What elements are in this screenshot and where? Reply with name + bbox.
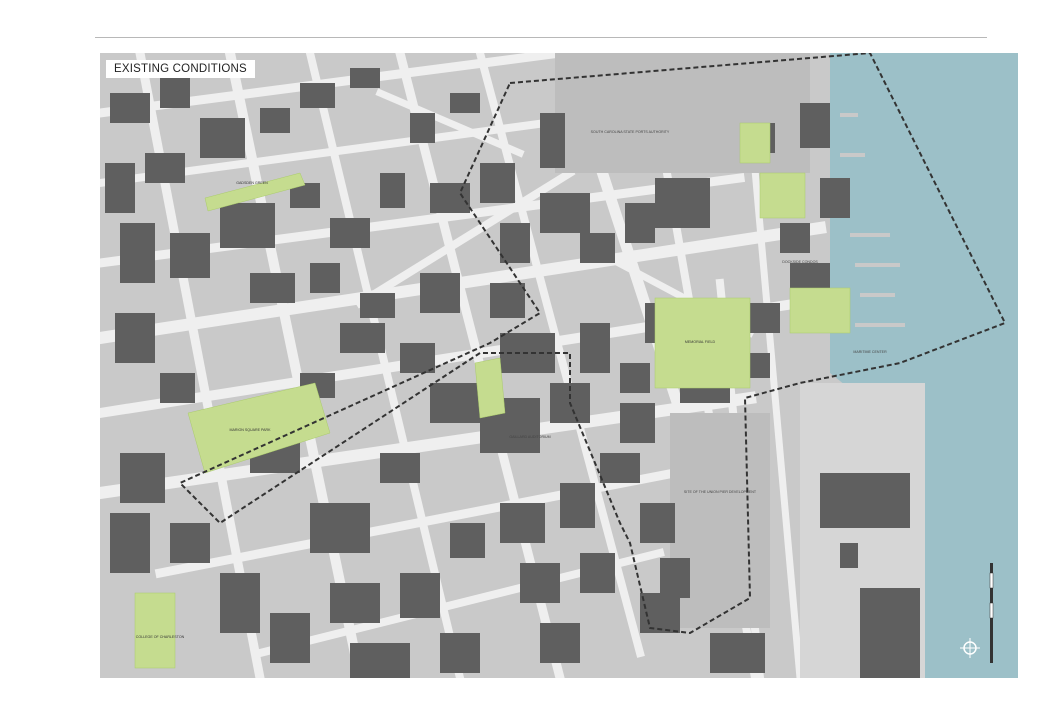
waterfront-park: [759, 172, 806, 219]
label-union-pier: SITE OF THE UNION PIER DEVELOPMENT: [684, 490, 757, 494]
maritime-green: [789, 287, 851, 334]
label-gaillard: GAILLARD AUDITORIUM: [509, 435, 550, 439]
label-marion-square: MARION SQUARE PARK: [229, 428, 271, 432]
label-memorial-field: MEMORIAL FIELD: [685, 340, 716, 344]
court-park: [474, 357, 506, 419]
label-ports-north: SOUTH CAROLINA STATE PORTS AUTHORITY: [591, 130, 670, 134]
site-map[interactable]: MARION SQUARE PARK COLLEGE OF CHARLESTON…: [100, 53, 1018, 678]
label-dockside: DOCKSIDE CONDOS: [782, 260, 818, 264]
label-gadsden: GADSDEN GREEN: [236, 181, 268, 185]
hampton-park: [134, 592, 176, 669]
map-title: EXISTING CONDITIONS: [106, 60, 255, 78]
liberty-square: [739, 122, 771, 164]
label-maritime: MARITIME CENTER: [853, 350, 887, 354]
header-rule: [95, 37, 987, 38]
label-college: COLLEGE OF CHARLESTON: [136, 635, 185, 639]
ports-authority-lot: [555, 53, 810, 173]
